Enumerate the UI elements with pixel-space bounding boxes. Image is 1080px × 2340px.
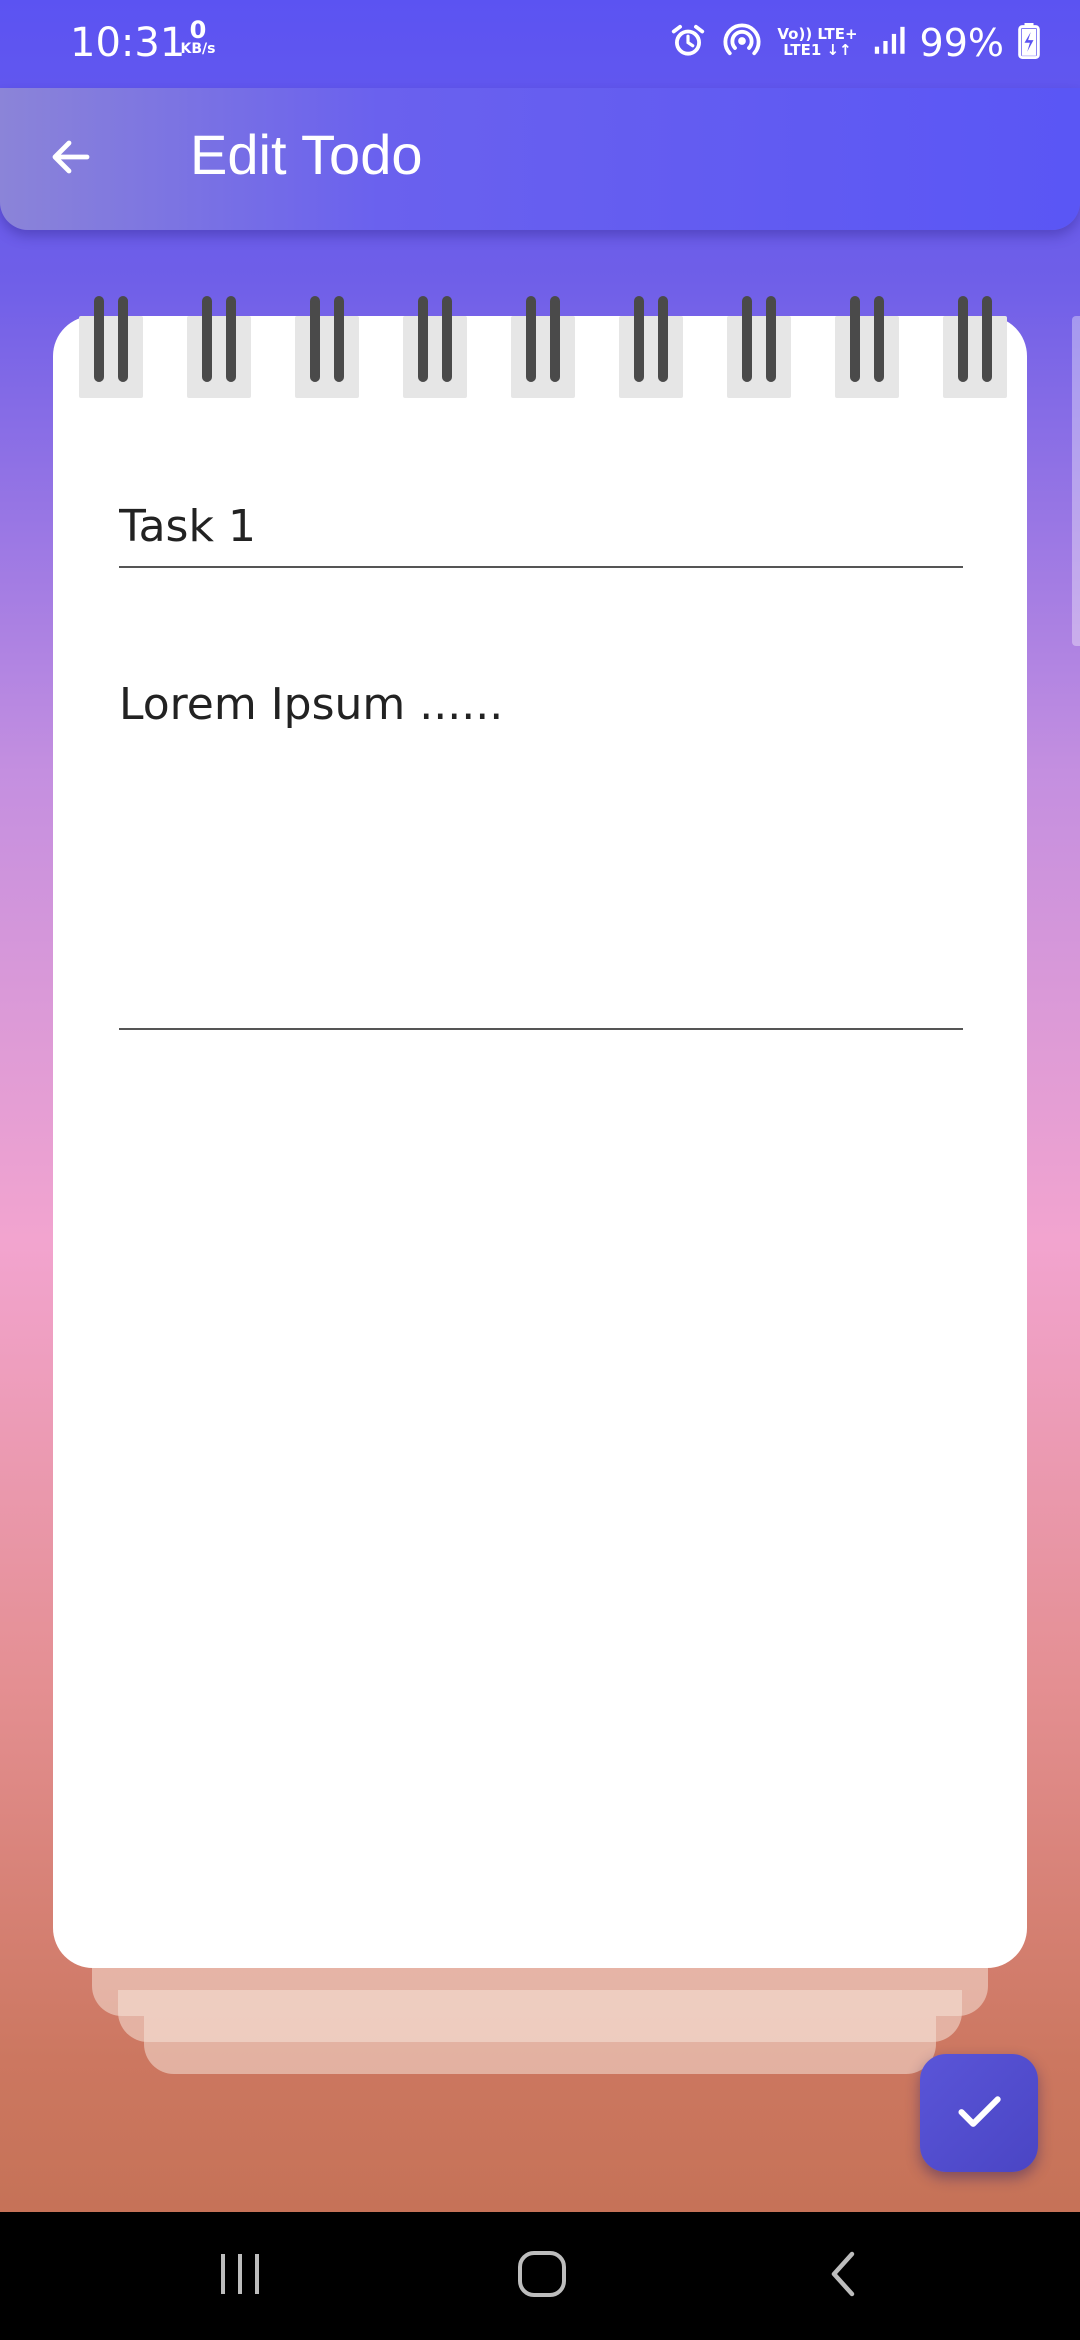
back-button[interactable]	[36, 124, 106, 194]
ring-holder	[79, 316, 143, 398]
spiral-ring	[634, 296, 644, 382]
home-icon	[516, 2249, 568, 2304]
ring-holder	[943, 316, 1007, 398]
ring-holder	[511, 316, 575, 398]
spiral-ring	[442, 296, 452, 382]
spiral-ring	[658, 296, 668, 382]
status-time: 10:31	[70, 20, 186, 66]
nav-back-button[interactable]	[784, 2236, 904, 2316]
spiral-ring	[958, 296, 968, 382]
scroll-indicator	[1072, 316, 1080, 646]
spiral-ring	[874, 296, 884, 382]
recents-button[interactable]	[180, 2236, 300, 2316]
ring-holder	[187, 316, 251, 398]
title-input[interactable]	[119, 486, 963, 568]
page-title: Edit Todo	[190, 123, 423, 186]
data-rate-unit: KB/s	[180, 41, 216, 57]
spiral-ring	[766, 296, 776, 382]
save-button[interactable]	[920, 2054, 1038, 2172]
ring-holder	[835, 316, 899, 398]
spiral-ring	[742, 296, 752, 382]
spiral-ring	[526, 296, 536, 382]
spiral-ring	[418, 296, 428, 382]
spiral-ring	[550, 296, 560, 382]
data-rate: 0 KB/s	[178, 18, 218, 56]
network-type: Vo)) LTE+ LTE1 ↓↑	[777, 26, 857, 59]
recents-icon	[215, 2251, 265, 2302]
ring-holder	[619, 316, 683, 398]
battery-charging-icon	[1018, 22, 1040, 64]
spiral-ring	[226, 296, 236, 382]
spiral-ring	[850, 296, 860, 382]
battery-percent: 99%	[919, 21, 1004, 65]
data-rate-value: 0	[189, 16, 207, 44]
spiral-ring	[202, 296, 212, 382]
page-stack-layer	[144, 2016, 936, 2074]
spiral-ring	[118, 296, 128, 382]
description-input[interactable]: Lorem Ipsum ......	[119, 672, 963, 1030]
status-icons: Vo)) LTE+ LTE1 ↓↑ 99%	[669, 18, 1040, 68]
ring-holder	[727, 316, 791, 398]
check-icon	[951, 2083, 1007, 2144]
network-line2: LTE1 ↓↑	[783, 41, 852, 59]
arrow-back-icon	[47, 133, 95, 186]
system-nav-bar	[0, 2212, 1080, 2340]
app-bar: Edit Todo	[0, 88, 1080, 230]
spiral-ring	[310, 296, 320, 382]
spiral-ring	[982, 296, 992, 382]
back-icon	[824, 2249, 864, 2304]
status-bar: 10:31 0 KB/s Vo)) LTE+ LTE1 ↓↑ 99%	[0, 0, 1080, 88]
alarm-icon	[669, 22, 707, 65]
ring-holder	[403, 316, 467, 398]
spiral-ring	[334, 296, 344, 382]
signal-icon	[872, 24, 906, 63]
hotspot-icon	[721, 20, 763, 67]
home-button[interactable]	[482, 2236, 602, 2316]
ring-holder	[295, 316, 359, 398]
note-card: Lorem Ipsum ......	[53, 296, 1027, 1968]
spiral-ring	[94, 296, 104, 382]
